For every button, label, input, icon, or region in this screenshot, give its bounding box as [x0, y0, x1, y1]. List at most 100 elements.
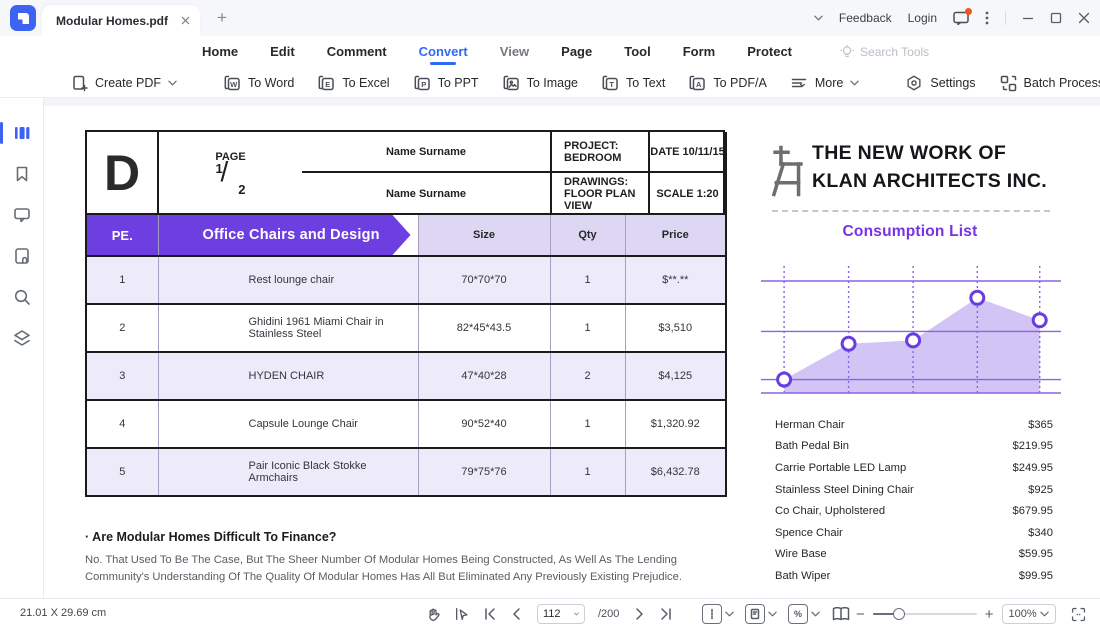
- active-indicator: [0, 122, 3, 144]
- sidebar-item-thumbnails[interactable]: [0, 112, 44, 153]
- settings-button[interactable]: Settings: [905, 74, 975, 92]
- to-ppt-button[interactable]: P To PPT: [413, 74, 479, 92]
- feedback-link[interactable]: Feedback: [839, 11, 892, 25]
- menu-page[interactable]: Page: [561, 36, 592, 68]
- kebab-menu-icon[interactable]: [985, 11, 989, 25]
- menu-convert[interactable]: Convert: [419, 36, 468, 68]
- book-icon[interactable]: [831, 605, 851, 623]
- table-row: 2 Ghidini 1961 Miami Chair in Stainless …: [86, 304, 726, 352]
- first-page-icon[interactable]: [483, 607, 497, 621]
- row-qty: 1: [550, 256, 625, 304]
- project-cell: PROJECT: BEDROOM: [552, 132, 650, 173]
- menu-protect[interactable]: Protect: [747, 36, 792, 68]
- status-bar: 21.01 X 29.69 cm /200 %: [0, 598, 1100, 628]
- divider: [1005, 11, 1006, 25]
- list-item: Herman Chair$365: [775, 414, 1053, 436]
- item-price: $365: [1028, 419, 1053, 431]
- prev-page-icon[interactable]: [510, 607, 524, 621]
- zoom-mode-icon: %: [788, 604, 808, 624]
- menu-view[interactable]: View: [500, 36, 529, 68]
- batch-process-button[interactable]: Batch Process: [999, 74, 1100, 92]
- app-logo[interactable]: [10, 5, 36, 31]
- chevron-down-icon[interactable]: [574, 611, 579, 617]
- sidebar-item-bookmarks[interactable]: [0, 153, 44, 194]
- thumbnails-icon: [12, 123, 32, 143]
- page-number-input[interactable]: [543, 608, 569, 620]
- row-pe: 3: [86, 352, 158, 400]
- zoom-in-icon[interactable]: +: [985, 607, 994, 622]
- close-tab-icon[interactable]: [181, 16, 190, 25]
- menu-tool[interactable]: Tool: [624, 36, 650, 68]
- svg-text:P: P: [421, 80, 426, 89]
- to-word-button[interactable]: W To Word: [223, 74, 294, 92]
- last-page-icon[interactable]: [659, 607, 673, 621]
- size-header: Size: [418, 214, 550, 256]
- to-image-button[interactable]: To Image: [502, 74, 578, 92]
- tabs-dropdown-icon[interactable]: [814, 15, 823, 21]
- fullscreen-icon[interactable]: [1070, 606, 1087, 623]
- zoom-level-box[interactable]: 100%: [1002, 604, 1056, 624]
- list-item: Bath Pedal Bin$219.95: [775, 436, 1053, 458]
- attachment-icon: [12, 246, 32, 266]
- sidebar-item-search[interactable]: [0, 276, 44, 317]
- row-size: 70*70*70: [418, 256, 550, 304]
- svg-text:T: T: [609, 80, 614, 89]
- batch-grid-icon: [999, 74, 1017, 92]
- to-excel-button[interactable]: E To Excel: [317, 74, 389, 92]
- create-pdf-icon: [70, 74, 88, 92]
- row-size: 90*52*40: [418, 400, 550, 448]
- menu-home[interactable]: Home: [202, 36, 238, 68]
- item-price: $99.95: [1019, 570, 1053, 582]
- hand-icon[interactable]: [425, 606, 441, 622]
- page-mode-button[interactable]: [745, 604, 777, 624]
- to-pdfa-label: To PDF/A: [713, 76, 767, 90]
- row-size: 47*40*28: [418, 352, 550, 400]
- faq-question: · Are Modular Homes Difficult To Finance…: [85, 530, 336, 544]
- row-price: $6,432.78: [625, 448, 726, 496]
- text-doc-icon: T: [601, 74, 619, 92]
- zoom-slider[interactable]: [873, 608, 977, 620]
- create-pdf-button[interactable]: Create PDF: [70, 74, 177, 92]
- architects-title-line1: THE NEW WORK OF: [812, 140, 1047, 168]
- comment-icon: [12, 205, 32, 225]
- sidebar-item-layers[interactable]: [0, 317, 44, 358]
- pdf-editor-window: Modular Homes.pdf + Feedback Login Home …: [0, 0, 1100, 628]
- more-button[interactable]: More: [790, 74, 859, 92]
- to-text-label: To Text: [626, 76, 665, 90]
- page-number-box[interactable]: [537, 604, 585, 624]
- to-text-button[interactable]: T To Text: [601, 74, 665, 92]
- slider-knob[interactable]: [893, 608, 905, 620]
- row-desc: Rest lounge chair: [158, 256, 418, 304]
- sidebar-item-attachments[interactable]: [0, 235, 44, 276]
- zoom-out-icon[interactable]: −: [856, 607, 865, 622]
- consumption-list-title: Consumption List: [760, 223, 1060, 241]
- maximize-icon[interactable]: [1050, 12, 1062, 24]
- name-cell-2: Name Surname: [302, 173, 552, 214]
- item-price: $59.95: [1019, 548, 1053, 560]
- menu-edit[interactable]: Edit: [270, 36, 295, 68]
- fraction-slash: /: [221, 156, 229, 188]
- document-tab[interactable]: Modular Homes.pdf: [42, 5, 200, 36]
- row-desc: Pair Iconic Black Stokke Armchairs: [158, 448, 418, 496]
- close-window-icon[interactable]: [1078, 12, 1090, 24]
- sidebar-item-comments[interactable]: [0, 194, 44, 235]
- search-tools[interactable]: Search Tools: [840, 45, 929, 60]
- login-link[interactable]: Login: [908, 11, 937, 25]
- search-tools-label: Search Tools: [860, 45, 929, 59]
- item-price: $219.95: [1013, 440, 1053, 452]
- next-page-icon[interactable]: [632, 607, 646, 621]
- scroll-mode-button[interactable]: [702, 604, 734, 624]
- new-tab-icon[interactable]: +: [212, 8, 232, 28]
- select-cursor-icon[interactable]: [454, 606, 470, 622]
- row-pe: 5: [86, 448, 158, 496]
- pe-header: PE.: [86, 214, 158, 256]
- items-table: PE. Office Chairs and Design Size Qty Pr…: [85, 213, 727, 497]
- message-icon[interactable]: [953, 11, 969, 25]
- word-doc-icon: W: [223, 74, 241, 92]
- zoom-mode-button[interactable]: %: [788, 604, 820, 624]
- menu-comment[interactable]: Comment: [327, 36, 387, 68]
- minimize-icon[interactable]: [1022, 12, 1034, 24]
- search-icon: [12, 287, 32, 307]
- menu-form[interactable]: Form: [683, 36, 716, 68]
- to-pdfa-button[interactable]: A To PDF/A: [688, 74, 767, 92]
